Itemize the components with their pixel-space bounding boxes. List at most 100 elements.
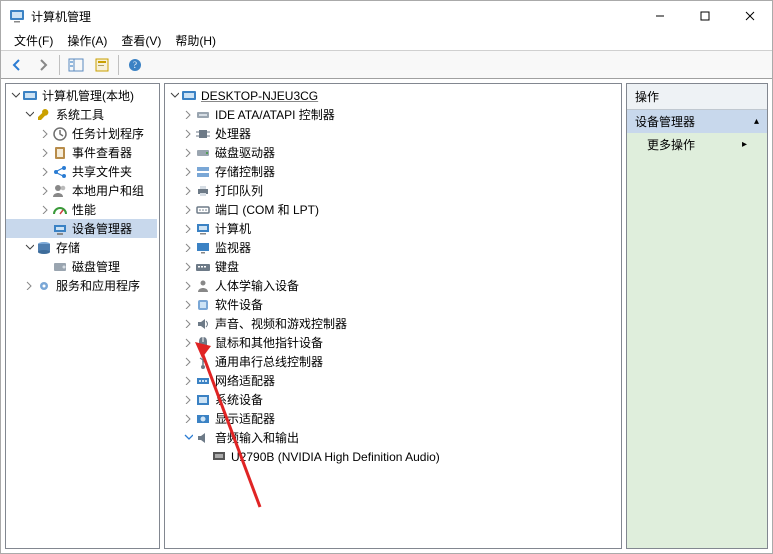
- dev-diskdrv-label: 磁盘驱动器: [215, 144, 275, 161]
- dev-mouse-label: 鼠标和其他指针设备: [215, 334, 323, 351]
- hdd-icon: [195, 145, 211, 161]
- toggle-collapsed-icon[interactable]: [181, 279, 195, 293]
- nav-performance[interactable]: 性能: [6, 200, 157, 219]
- menu-file[interactable]: 文件(F): [7, 31, 60, 51]
- dev-monitor[interactable]: 监视器: [165, 238, 619, 257]
- nav-shared-folders-label: 共享文件夹: [72, 163, 132, 180]
- speaker-icon: [195, 430, 211, 446]
- nav-performance-label: 性能: [72, 201, 96, 218]
- toggle-collapsed-icon[interactable]: [181, 127, 195, 141]
- help-button[interactable]: ?: [123, 53, 147, 77]
- toggle-collapsed-icon[interactable]: [181, 336, 195, 350]
- nav-local-users[interactable]: 本地用户和组: [6, 181, 157, 200]
- toggle-expanded-icon[interactable]: [167, 89, 181, 103]
- toggle-collapsed-icon[interactable]: [38, 184, 52, 198]
- dev-diskdrv[interactable]: 磁盘驱动器: [165, 143, 619, 162]
- toggle-collapsed-icon[interactable]: [181, 165, 195, 179]
- sound-icon: [195, 316, 211, 332]
- keyboard-icon: [195, 259, 211, 275]
- toggle-collapsed-icon[interactable]: [181, 298, 195, 312]
- nav-forward-button[interactable]: [31, 53, 55, 77]
- nav-device-manager-label: 设备管理器: [72, 220, 132, 237]
- dev-storctrl[interactable]: 存储控制器: [165, 162, 619, 181]
- nav-task-scheduler[interactable]: 任务计划程序: [6, 124, 157, 143]
- nav-shared-folders[interactable]: 共享文件夹: [6, 162, 157, 181]
- device-tree[interactable]: DESKTOP-NJEU3CG IDE ATA/ATAPI 控制器 处理器 磁盘…: [165, 84, 621, 468]
- dev-sound-label: 声音、视频和游戏控制器: [215, 315, 347, 332]
- toolbar: ?: [1, 51, 772, 79]
- dev-audioio[interactable]: 音频输入和输出: [165, 428, 619, 447]
- nav-tree[interactable]: 计算机管理(本地) 系统工具 任务计划程序 事件查看器 共享文件: [6, 84, 159, 297]
- nav-back-button[interactable]: [5, 53, 29, 77]
- toggle-collapsed-icon[interactable]: [181, 222, 195, 236]
- toolbar-separator: [59, 55, 60, 75]
- storage-icon: [36, 240, 52, 256]
- menu-help[interactable]: 帮助(H): [168, 31, 223, 51]
- main-area: 计算机管理(本地) 系统工具 任务计划程序 事件查看器 共享文件: [1, 79, 772, 553]
- toggle-collapsed-icon[interactable]: [181, 412, 195, 426]
- toggle-collapsed-icon[interactable]: [38, 127, 52, 141]
- nav-storage[interactable]: 存储: [6, 238, 157, 257]
- toggle-collapsed-icon[interactable]: [181, 374, 195, 388]
- toggle-expanded-icon[interactable]: [22, 108, 36, 122]
- dev-keyboard[interactable]: 键盘: [165, 257, 619, 276]
- menu-view[interactable]: 查看(V): [114, 31, 168, 51]
- monitor-icon: [195, 240, 211, 256]
- toggle-collapsed-icon[interactable]: [22, 279, 36, 293]
- toggle-collapsed-icon[interactable]: [38, 165, 52, 179]
- nav-disk-mgmt[interactable]: 磁盘管理: [6, 257, 157, 276]
- show-hide-tree-button[interactable]: [64, 53, 88, 77]
- menu-action[interactable]: 操作(A): [60, 31, 114, 51]
- dev-usb-label: 通用串行总线控制器: [215, 353, 323, 370]
- dev-ide[interactable]: IDE ATA/ATAPI 控制器: [165, 105, 619, 124]
- toggle-expanded-icon[interactable]: [22, 241, 36, 255]
- dev-ports[interactable]: 端口 (COM 和 LPT): [165, 200, 619, 219]
- toggle-collapsed-icon[interactable]: [181, 184, 195, 198]
- window-buttons: [637, 1, 772, 31]
- nav-device-manager[interactable]: 设备管理器: [6, 219, 157, 238]
- toggle-collapsed-icon[interactable]: [181, 108, 195, 122]
- nav-disk-mgmt-label: 磁盘管理: [72, 258, 120, 275]
- actions-section[interactable]: 设备管理器 ▴: [627, 110, 767, 133]
- toggle-collapsed-icon[interactable]: [38, 203, 52, 217]
- nav-root[interactable]: 计算机管理(本地): [6, 86, 157, 105]
- dev-mouse[interactable]: 鼠标和其他指针设备: [165, 333, 619, 352]
- toggle-collapsed-icon[interactable]: [181, 260, 195, 274]
- dev-audiodev-label: U2790B (NVIDIA High Definition Audio): [231, 450, 440, 464]
- toggle-expanded-icon[interactable]: [181, 431, 195, 445]
- maximize-button[interactable]: [682, 1, 727, 31]
- dev-audioio-label: 音频输入和输出: [215, 429, 299, 446]
- dev-sysdev-label: 系统设备: [215, 391, 263, 408]
- dev-cpu[interactable]: 处理器: [165, 124, 619, 143]
- device-host[interactable]: DESKTOP-NJEU3CG: [165, 86, 619, 105]
- no-children-icon: [38, 222, 52, 236]
- toggle-collapsed-icon[interactable]: [38, 146, 52, 160]
- toggle-expanded-icon[interactable]: [8, 89, 22, 103]
- properties-button[interactable]: [90, 53, 114, 77]
- dev-audiodev[interactable]: U2790B (NVIDIA High Definition Audio): [165, 447, 619, 466]
- minimize-button[interactable]: [637, 1, 682, 31]
- toggle-collapsed-icon[interactable]: [181, 241, 195, 255]
- chip-icon: [195, 126, 211, 142]
- nav-services-apps[interactable]: 服务和应用程序: [6, 276, 157, 295]
- dev-sound[interactable]: 声音、视频和游戏控制器: [165, 314, 619, 333]
- toggle-collapsed-icon[interactable]: [181, 355, 195, 369]
- controller-icon: [195, 107, 211, 123]
- toggle-collapsed-icon[interactable]: [181, 393, 195, 407]
- dev-display[interactable]: 显示适配器: [165, 409, 619, 428]
- dev-sysdev[interactable]: 系统设备: [165, 390, 619, 409]
- toggle-collapsed-icon[interactable]: [181, 203, 195, 217]
- dev-printq[interactable]: 打印队列: [165, 181, 619, 200]
- computer-icon: [181, 88, 197, 104]
- dev-usb[interactable]: 通用串行总线控制器: [165, 352, 619, 371]
- toggle-collapsed-icon[interactable]: [181, 146, 195, 160]
- close-button[interactable]: [727, 1, 772, 31]
- actions-more[interactable]: 更多操作 ▸: [627, 133, 767, 156]
- nav-event-viewer[interactable]: 事件查看器: [6, 143, 157, 162]
- dev-computer[interactable]: 计算机: [165, 219, 619, 238]
- dev-hid[interactable]: 人体学输入设备: [165, 276, 619, 295]
- toggle-collapsed-icon[interactable]: [181, 317, 195, 331]
- nav-system-tools[interactable]: 系统工具: [6, 105, 157, 124]
- dev-software[interactable]: 软件设备: [165, 295, 619, 314]
- dev-netadp[interactable]: 网络适配器: [165, 371, 619, 390]
